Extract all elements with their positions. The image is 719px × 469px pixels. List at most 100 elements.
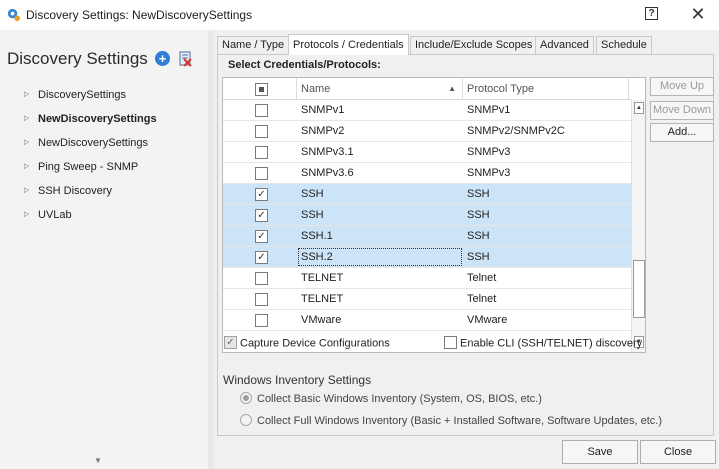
tab-name-type[interactable]: Name / Type [217,36,290,54]
move-down-button[interactable]: Move Down [650,101,714,120]
scroll-thumb[interactable] [633,260,645,318]
tab-advanced[interactable]: Advanced [535,36,594,54]
capture-config-option[interactable]: ✓ Capture Device Configurations [224,336,390,350]
tree-item[interactable]: ▷ UVLab [0,203,208,227]
save-button[interactable]: Save [562,440,638,464]
cell-protocol-type: VMware [467,314,508,326]
row-checkbox[interactable] [255,146,268,159]
expand-arrow-icon[interactable]: ▷ [24,107,29,131]
table-row[interactable]: SNMPv3.6 SNMPv3 [223,163,631,184]
capture-config-checkbox[interactable]: ✓ [224,336,237,349]
table-row[interactable]: SNMPv3.1 SNMPv3 [223,142,631,163]
tree-item-label: UVLab [38,209,72,221]
full-inventory-label: Collect Full Windows Inventory (Basic + … [257,415,663,427]
cell-protocol-type: SNMPv3 [467,146,511,158]
close-button[interactable]: Close [640,440,716,464]
cell-name: SNMPv3.1 [301,146,354,158]
enable-cli-option[interactable]: Enable CLI (SSH/TELNET) discovery [444,336,643,350]
tree-item[interactable]: ▷ NewDiscoverySettings [0,131,208,155]
full-inventory-option[interactable]: Collect Full Windows Inventory (Basic + … [240,414,663,427]
credentials-grid: Name ▲ Protocol Type SNMPv1 SNMPv1 SNMPv2 S… [222,77,646,353]
select-all-checkbox[interactable] [255,83,268,96]
expand-arrow-icon[interactable]: ▷ [24,203,29,227]
add-icon[interactable]: + [155,51,170,66]
row-checkbox[interactable] [255,167,268,180]
column-header-name[interactable]: Name ▲ [297,78,463,100]
table-row[interactable]: ✓ SSH.1 SSH [223,226,631,247]
full-inventory-radio[interactable] [240,414,252,427]
row-checkbox[interactable]: ✓ [255,230,268,243]
delete-icon[interactable] [178,51,192,67]
table-row[interactable]: ✓ SSH.2 SSH [223,247,631,268]
tree-item-label: NewDiscoverySettings [38,137,149,149]
column-label: Protocol Type [467,83,535,95]
tab-include-exclude-scopes[interactable]: Include/Exclude Scopes [410,36,538,54]
table-row[interactable]: ✓ SSH SSH [223,184,631,205]
cell-protocol-type: SSH [467,230,490,242]
tree-item[interactable]: ▷ DiscoverySettings [0,83,208,107]
cell-protocol-type: SSH [467,188,490,200]
add-credential-button[interactable]: Add... [650,123,714,142]
cell-protocol-type: Telnet [467,293,497,305]
scroll-down-icon[interactable]: ▼ [94,456,102,465]
table-row[interactable]: SNMPv2 SNMPv2/SNMPv2C [223,121,631,142]
tree-item[interactable]: ▷ SSH Discovery [0,179,208,203]
sidebar-header: Discovery Settings [7,49,148,68]
window-close-button[interactable]: ✕ [686,3,710,25]
table-row[interactable]: TELNET Telnet [223,268,631,289]
cell-name: SNMPv3.6 [301,167,354,179]
move-up-button[interactable]: Move Up [650,77,714,96]
column-label: Name [301,83,331,95]
cell-name: TELNET [301,293,344,305]
tree-item-label: SSH Discovery [38,185,112,197]
cell-name: SSH [301,188,324,200]
tree-item-label: DiscoverySettings [38,89,127,101]
enable-cli-checkbox[interactable] [444,336,457,349]
basic-inventory-label: Collect Basic Windows Inventory (System,… [257,393,542,405]
cell-name: VMware [301,314,342,326]
tree-item[interactable]: ▷ Ping Sweep - SNMP [0,155,208,179]
title-bar: Discovery Settings: NewDiscoverySettings… [0,0,719,30]
row-checkbox[interactable] [255,125,268,138]
cell-protocol-type: SNMPv1 [467,104,511,116]
table-row[interactable]: TELNET Telnet [223,289,631,310]
enable-cli-label: Enable CLI (SSH/TELNET) discovery [460,337,643,350]
row-checkbox[interactable] [255,272,268,285]
tab-protocols-credentials[interactable]: Protocols / Credentials [288,34,409,55]
expand-arrow-icon[interactable]: ▷ [24,155,29,179]
cell-protocol-type: Telnet [467,272,497,284]
tree-item-selected[interactable]: ▷ NewDiscoverySettings [0,107,208,131]
cell-protocol-type: SSH [467,251,490,263]
expand-arrow-icon[interactable]: ▷ [24,131,29,155]
cell-name: SSH.1 [301,230,333,242]
window-title: Discovery Settings: NewDiscoverySettings [26,8,253,22]
expand-arrow-icon[interactable]: ▷ [24,83,29,107]
cell-name: SSH [301,209,324,221]
help-button[interactable]: ? [645,7,658,20]
table-row[interactable]: ✓ SSH SSH [223,205,631,226]
cell-name: TELNET [301,272,344,284]
basic-inventory-option[interactable]: Collect Basic Windows Inventory (System,… [240,392,542,405]
tree-item-label: Ping Sweep - SNMP [38,161,139,173]
table-row[interactable]: SNMPv1 SNMPv1 [223,100,631,121]
scroll-up-icon[interactable]: ▲ [634,102,644,114]
tree-item-label: NewDiscoverySettings [38,113,157,125]
row-checkbox[interactable] [255,293,268,306]
select-all-column[interactable] [223,78,297,100]
cell-protocol-type: SSH [467,209,490,221]
grid-scrollbar[interactable]: ▲ ▼ [631,100,645,352]
cell-protocol-type: SNMPv3 [467,167,511,179]
row-checkbox[interactable] [255,104,268,117]
basic-inventory-radio[interactable] [240,392,252,405]
settings-detail-pane: Name / Type Protocols / Credentials Incl… [214,30,719,469]
tab-schedule[interactable]: Schedule [596,36,652,54]
grid-header: Name ▲ Protocol Type [223,78,631,100]
row-checkbox[interactable]: ✓ [255,188,268,201]
expand-arrow-icon[interactable]: ▷ [24,179,29,203]
settings-tree: ▷ DiscoverySettings ▷ NewDiscoverySettings… [0,83,208,227]
table-row[interactable]: VMware VMware [223,310,631,331]
row-checkbox[interactable]: ✓ [255,209,268,222]
row-checkbox[interactable]: ✓ [255,251,268,264]
column-header-protocol-type[interactable]: Protocol Type [463,78,629,100]
row-checkbox[interactable] [255,314,268,327]
